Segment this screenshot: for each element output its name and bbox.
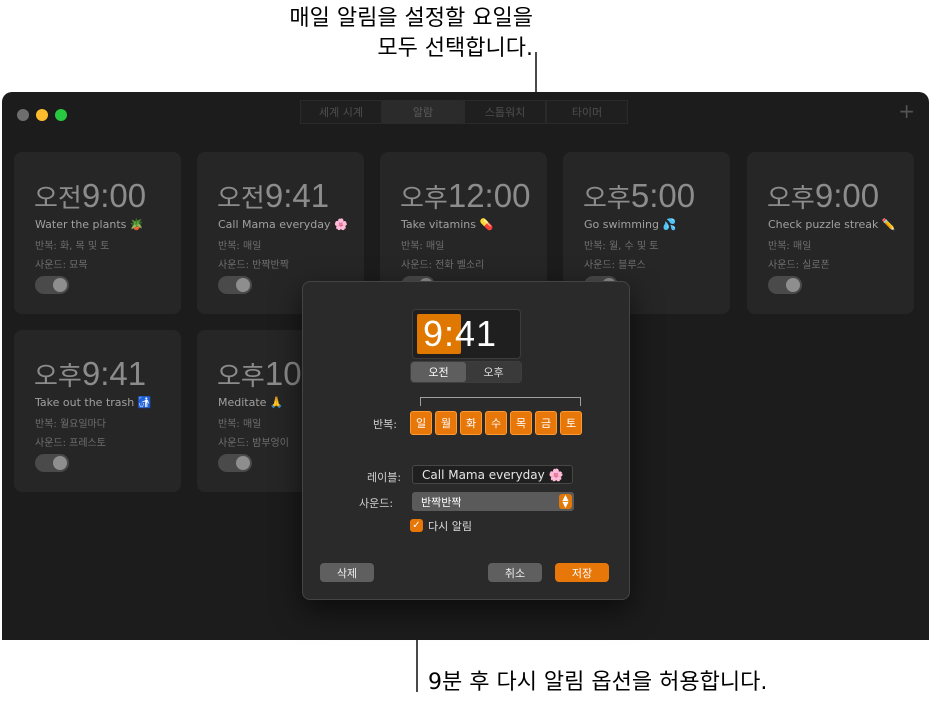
- alarm-toggle[interactable]: [218, 276, 252, 294]
- day-thu[interactable]: 목: [510, 411, 532, 435]
- alarm-sound: 사운드: 프레스토: [35, 438, 106, 449]
- tab-stopwatch[interactable]: 스톱워치: [464, 100, 546, 124]
- close-button[interactable]: [17, 109, 29, 121]
- day-wed[interactable]: 수: [485, 411, 507, 435]
- alarm-card[interactable]: 오전9:00 Water the plants 🪴 반복: 화, 목 및 토 사…: [14, 152, 181, 314]
- day-fri[interactable]: 금: [535, 411, 557, 435]
- alarm-sound: 사운드: 묘목: [35, 260, 88, 271]
- checkmark-icon: ✓: [412, 520, 421, 531]
- alarm-time: 오후9:00: [767, 177, 880, 214]
- delete-button[interactable]: 삭제: [320, 563, 374, 582]
- top-callout-line2: 모두 선택합니다.: [377, 36, 533, 61]
- alarm-toggle[interactable]: [218, 454, 252, 472]
- alarm-sound: 사운드: 밤부엉이: [218, 438, 289, 449]
- snooze-checkbox[interactable]: ✓: [410, 519, 423, 532]
- alarm-label: Take vitamins 💊: [401, 218, 494, 231]
- alarm-repeat: 반복: 화, 목 및 토: [35, 241, 110, 252]
- minimize-button[interactable]: [36, 109, 48, 121]
- alarm-sound: 사운드: 블루스: [584, 260, 646, 271]
- am-option[interactable]: 오전: [411, 362, 466, 382]
- repeat-days: 일 월 화 수 목 금 토: [410, 411, 582, 435]
- label-field-label: 레이블:: [367, 471, 402, 484]
- bottom-callout: 9분 후 다시 알림 옵션을 허용합니다.: [428, 670, 768, 695]
- tab-alarm[interactable]: 알람: [382, 100, 464, 124]
- titlebar: 세계 시계 알람 스톱워치 타이머 +: [2, 92, 929, 136]
- ampm-toggle: 오전 오후: [410, 361, 522, 383]
- tab-world-clock[interactable]: 세계 시계: [300, 100, 382, 124]
- alarm-card[interactable]: 오후9:00 Check puzzle streak ✏️ 반복: 매일 사운드…: [747, 152, 914, 314]
- pm-option[interactable]: 오후: [466, 362, 521, 382]
- alarm-label: Call Mama everyday 🌸: [218, 218, 348, 231]
- view-tabs: 세계 시계 알람 스톱워치 타이머: [300, 100, 628, 124]
- cancel-button[interactable]: 취소: [488, 563, 542, 582]
- alarm-repeat: 반복: 월, 수 및 토: [584, 241, 659, 252]
- alarm-label: Go swimming 💦: [584, 218, 677, 231]
- alarm-repeat: 반복: 매일: [218, 419, 262, 430]
- snooze-label: 다시 알림: [428, 520, 472, 533]
- sound-value: 반짝반짝: [421, 495, 462, 509]
- add-alarm-button[interactable]: +: [898, 101, 915, 121]
- alarm-sound: 사운드: 전화 벨소리: [401, 260, 485, 271]
- top-callout: 매일 알림을 설정할 요일을 모두 선택합니다.: [289, 4, 533, 64]
- day-sun[interactable]: 일: [410, 411, 432, 435]
- sound-select[interactable]: 반짝반짝 ▲ ▼: [412, 492, 574, 511]
- alarm-toggle[interactable]: [768, 276, 802, 294]
- tab-timer[interactable]: 타이머: [546, 100, 628, 124]
- alarm-sound: 사운드: 실로폰: [768, 260, 830, 271]
- time-value: 9:41: [423, 313, 498, 354]
- alarm-time: 오후5:00: [583, 177, 696, 214]
- top-callout-line1: 매일 알림을 설정할 요일을: [289, 6, 533, 31]
- edit-alarm-dialog: 9:41 오전 오후 반복: 일 월 화 수 목 금 토 레이블: Call M…: [302, 281, 630, 600]
- alarm-time: 오전9:00: [34, 177, 147, 214]
- alarm-time: 오후12:00: [400, 177, 531, 214]
- day-mon[interactable]: 월: [435, 411, 457, 435]
- sound-field-label: 사운드:: [359, 497, 394, 510]
- alarm-card[interactable]: 오후9:41 Take out the trash 🚮 반복: 월요일마다 사운…: [14, 330, 181, 492]
- day-sat[interactable]: 토: [560, 411, 582, 435]
- alarm-label: Water the plants 🪴: [35, 218, 144, 231]
- repeat-bracket: [420, 397, 581, 406]
- alarm-repeat: 반복: 월요일마다: [35, 419, 106, 430]
- save-button[interactable]: 저장: [555, 563, 609, 582]
- chevron-updown-icon: ▲ ▼: [559, 494, 572, 509]
- label-input[interactable]: Call Mama everyday 🌸: [412, 465, 573, 484]
- alarm-time: 오후10: [217, 355, 302, 392]
- alarm-repeat: 반복: 매일: [768, 241, 812, 252]
- alarm-toggle[interactable]: [35, 454, 69, 472]
- time-picker[interactable]: 9:41: [412, 309, 521, 359]
- alarm-sound: 사운드: 반짝반짝: [218, 260, 289, 271]
- day-tue[interactable]: 화: [460, 411, 482, 435]
- alarm-repeat: 반복: 매일: [218, 241, 262, 252]
- alarm-repeat: 반복: 매일: [401, 241, 445, 252]
- alarm-label: Take out the trash 🚮: [35, 396, 152, 409]
- alarm-label: Check puzzle streak ✏️: [768, 218, 896, 231]
- repeat-label: 반복:: [373, 418, 397, 431]
- alarm-time: 오전9:41: [217, 177, 330, 214]
- alarm-toggle[interactable]: [35, 276, 69, 294]
- alarm-label: Meditate 🙏: [218, 396, 284, 409]
- zoom-button[interactable]: [55, 109, 67, 121]
- alarm-time: 오후9:41: [34, 355, 147, 392]
